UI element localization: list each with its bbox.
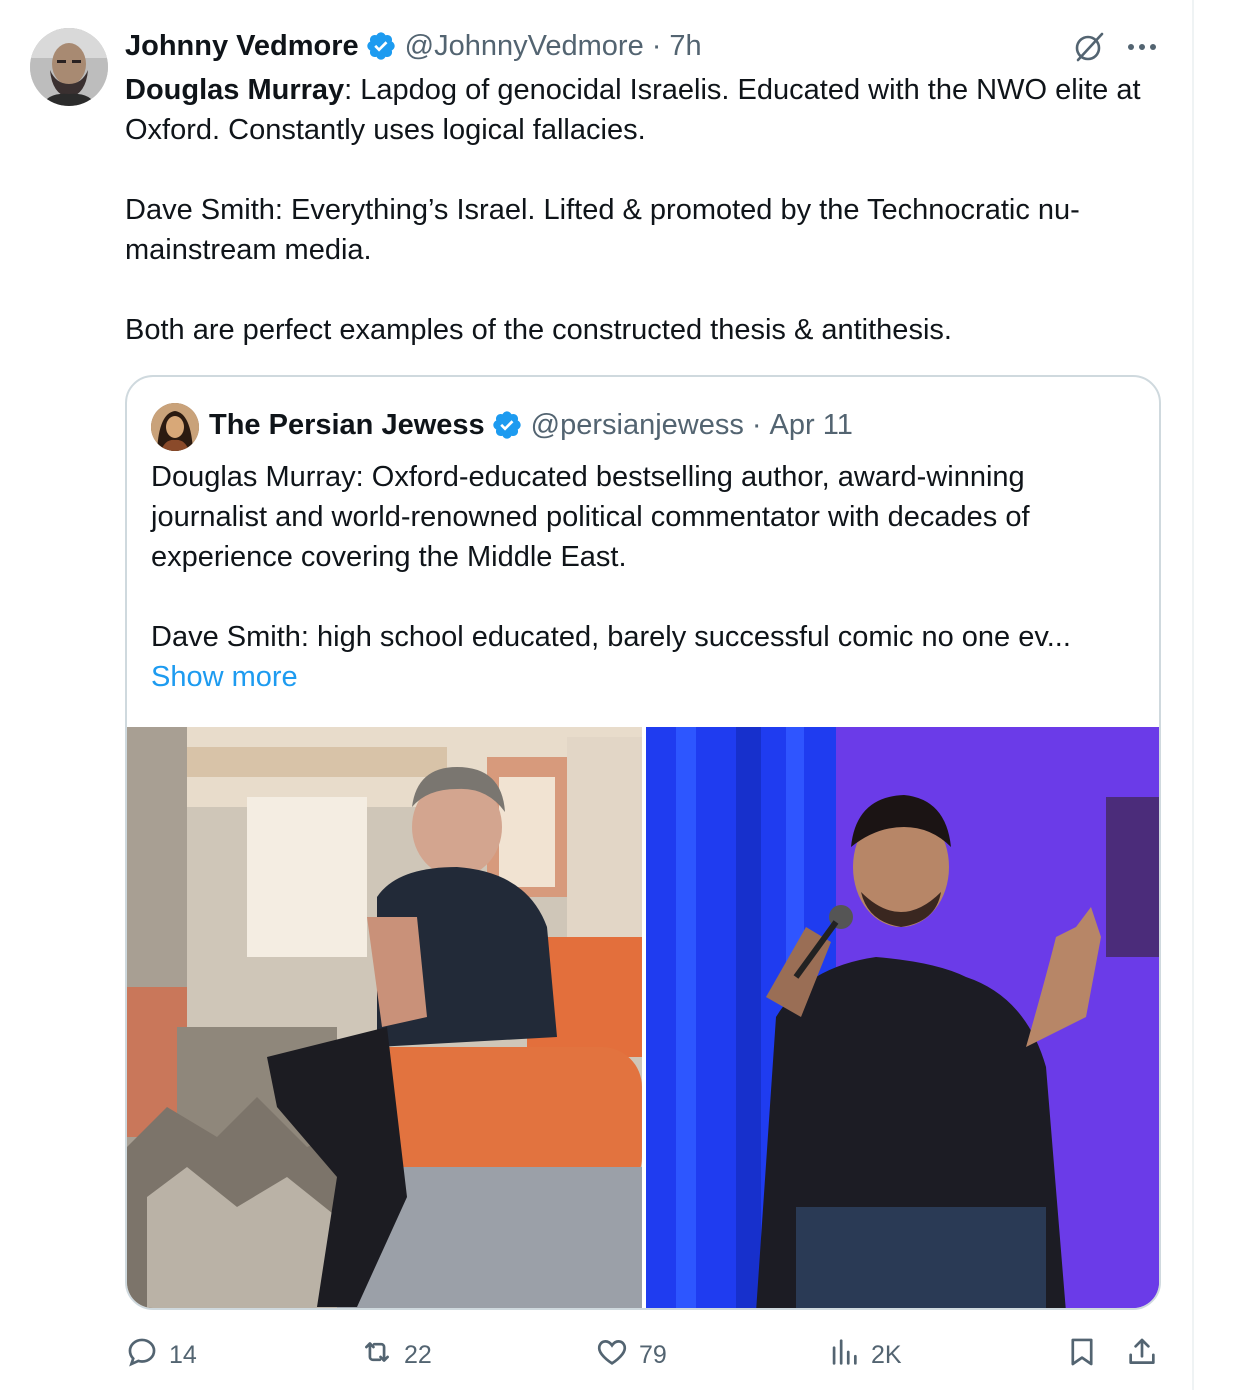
tweet-timestamp[interactable]: 7h — [669, 30, 701, 63]
separator-dot: · — [751, 408, 762, 441]
more-icon[interactable] — [1122, 30, 1162, 64]
like-icon — [595, 1335, 629, 1376]
share-icon — [1125, 1335, 1159, 1376]
photo-dave-smith[interactable] — [646, 727, 1159, 1308]
quoted-tweet[interactable]: The Persian Jewess @persianjewess · Apr … — [125, 375, 1161, 1310]
bookmark-button[interactable] — [1065, 1330, 1099, 1380]
tweet-header: Johnny Vedmore @JohnnyVedmore · 7h — [125, 26, 702, 66]
verified-badge-icon — [365, 30, 397, 62]
reply-button[interactable]: 14 — [125, 1330, 197, 1380]
like-count: 79 — [639, 1340, 667, 1369]
bookmark-icon — [1065, 1335, 1099, 1376]
repost-button[interactable]: 22 — [360, 1330, 432, 1380]
quoted-text: Douglas Murray: Oxford-educated bestsell… — [151, 457, 1141, 697]
like-button[interactable]: 79 — [595, 1330, 667, 1380]
views-button[interactable]: 2K — [827, 1330, 902, 1380]
views-count: 2K — [871, 1340, 902, 1369]
repost-count: 22 — [404, 1340, 432, 1369]
quoted-text-p1: Douglas Murray: Oxford-educated bestsell… — [151, 461, 1030, 573]
share-button[interactable] — [1125, 1330, 1159, 1380]
tweet-text-bold: Douglas Murray — [125, 74, 345, 106]
quoted-author-avatar[interactable] — [151, 403, 199, 451]
quoted-author-name[interactable]: The Persian Jewess — [209, 409, 485, 442]
tweet-text: Douglas Murray: Lapdog of genocidal Isra… — [125, 70, 1175, 350]
quoted-text-p2: Dave Smith: high school educated, barely… — [151, 621, 1071, 653]
reply-icon — [125, 1335, 159, 1376]
repost-icon — [360, 1335, 394, 1376]
author-name[interactable]: Johnny Vedmore — [125, 30, 359, 63]
action-bar: 14 22 79 2K — [125, 1330, 1165, 1380]
grok-icon[interactable] — [1070, 28, 1108, 66]
quoted-timestamp[interactable]: Apr 11 — [770, 409, 853, 442]
quoted-author-handle[interactable]: @persianjewess — [531, 409, 744, 442]
views-icon — [827, 1335, 861, 1376]
separator-dot: · — [651, 29, 662, 62]
author-handle[interactable]: @JohnnyVedmore — [405, 30, 644, 63]
tweet-text-p3: Both are perfect examples of the constru… — [125, 314, 952, 346]
tweet-text-p2: Dave Smith: Everything’s Israel. Lifted … — [125, 194, 1080, 266]
verified-badge-icon — [491, 409, 523, 441]
reply-count: 14 — [169, 1340, 197, 1369]
photo-douglas-murray[interactable] — [127, 727, 642, 1308]
quoted-header: The Persian Jewess @persianjewess · Apr … — [209, 405, 853, 445]
author-avatar[interactable] — [30, 28, 108, 106]
media-grid — [127, 727, 1159, 1308]
show-more-link[interactable]: Show more — [151, 657, 298, 697]
timeline-border — [1192, 0, 1194, 1390]
